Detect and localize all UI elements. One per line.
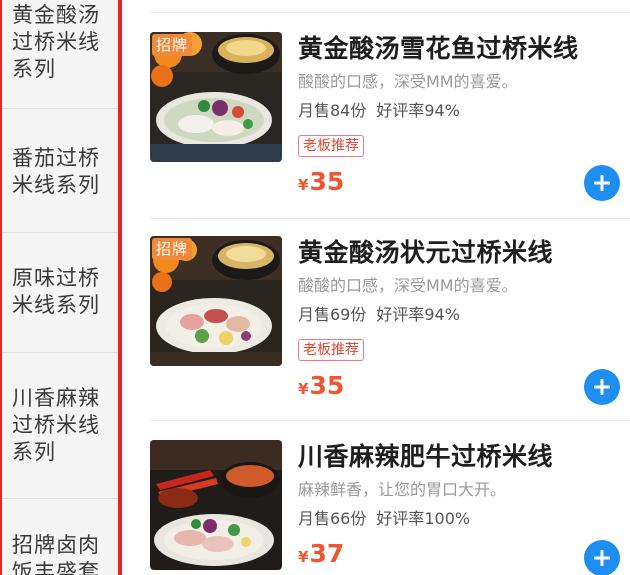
category-label-line: 系列 <box>12 440 56 464</box>
monthly-sales: 月售84份 <box>298 101 367 120</box>
category-label-line: 米线系列 <box>12 173 100 197</box>
product-photo[interactable]: 招牌 <box>150 32 282 162</box>
category-divider <box>2 232 118 233</box>
product-list: 招牌 黄金酸汤雪花鱼过桥米线 酸酸的口感，深受MM的喜爱。 月售84份 好评率94… <box>122 0 630 575</box>
item-divider <box>150 218 630 219</box>
category-label-line: 米线系列 <box>12 293 100 317</box>
currency-symbol: ¥ <box>298 548 309 566</box>
category-item-tomato[interactable]: 番茄过桥 米线系列 <box>2 145 118 199</box>
product-photo[interactable] <box>150 440 282 570</box>
add-to-cart-button[interactable] <box>584 165 620 201</box>
price-value: 35 <box>309 371 345 400</box>
category-label-line: 过桥米线 <box>12 413 100 437</box>
product-title[interactable]: 黄金酸汤雪花鱼过桥米线 <box>298 33 579 65</box>
product-photo[interactable]: 招牌 <box>150 236 282 366</box>
rating: 好评率94% <box>376 101 460 120</box>
product-stats: 月售66份 好评率100% <box>298 508 470 530</box>
category-divider <box>2 498 118 499</box>
product-price: ¥35 <box>298 167 344 196</box>
rating: 好评率94% <box>376 305 460 324</box>
category-label-line: 过桥米线 <box>12 30 100 54</box>
price-value: 35 <box>309 167 345 196</box>
owner-recommend-tag: 老板推荐 <box>298 339 364 361</box>
product-price: ¥37 <box>298 539 344 568</box>
currency-symbol: ¥ <box>298 380 309 398</box>
category-label-line: 饭丰盛套 <box>12 560 100 575</box>
list-top-divider <box>150 12 630 13</box>
spicy-beef-noodle-image <box>150 440 282 570</box>
category-sidebar: 黄金酸汤 过桥米线 系列 番茄过桥 米线系列 原味过桥 米线系列 川香麻辣 过桥… <box>0 0 122 575</box>
product-description: 麻辣鲜香，让您的胃口大开。 <box>298 480 507 499</box>
category-divider <box>2 352 118 353</box>
category-item-braised-pork-rice[interactable]: 招牌卤肉 饭丰盛套 <box>2 532 118 575</box>
plus-icon <box>594 550 610 566</box>
category-divider <box>2 108 118 109</box>
category-label-line: 番茄过桥 <box>12 146 100 170</box>
category-item-golden-sour-soup[interactable]: 黄金酸汤 过桥米线 系列 <box>2 2 118 83</box>
category-label-line: 川香麻辣 <box>12 386 100 410</box>
product-price: ¥35 <box>298 371 344 400</box>
product-title[interactable]: 黄金酸汤状元过桥米线 <box>298 237 553 269</box>
category-item-spicy-sichuan[interactable]: 川香麻辣 过桥米线 系列 <box>2 385 118 466</box>
monthly-sales: 月售66份 <box>298 509 367 528</box>
category-item-original[interactable]: 原味过桥 米线系列 <box>2 265 118 319</box>
add-to-cart-button[interactable] <box>584 369 620 405</box>
monthly-sales: 月售69份 <box>298 305 367 324</box>
signature-badge: 招牌 <box>152 238 193 260</box>
category-label-line: 系列 <box>12 57 56 81</box>
product-description: 酸酸的口感，深受MM的喜爱。 <box>298 72 518 91</box>
owner-recommend-tag: 老板推荐 <box>298 135 364 157</box>
add-to-cart-button[interactable] <box>584 540 620 575</box>
rating: 好评率100% <box>376 509 471 528</box>
plus-icon <box>594 379 610 395</box>
currency-symbol: ¥ <box>298 176 309 194</box>
product-stats: 月售69份 好评率94% <box>298 304 460 326</box>
product-title[interactable]: 川香麻辣肥牛过桥米线 <box>298 441 553 473</box>
price-value: 37 <box>309 539 345 568</box>
menu-screen: 黄金酸汤 过桥米线 系列 番茄过桥 米线系列 原味过桥 米线系列 川香麻辣 过桥… <box>0 0 630 575</box>
category-label-line: 招牌卤肉 <box>12 533 100 557</box>
plus-icon <box>594 175 610 191</box>
signature-badge: 招牌 <box>152 34 193 56</box>
category-label-line: 原味过桥 <box>12 266 100 290</box>
item-divider <box>150 420 630 421</box>
category-label-line: 黄金酸汤 <box>12 3 100 27</box>
product-stats: 月售84份 好评率94% <box>298 100 460 122</box>
product-description: 酸酸的口感，深受MM的喜爱。 <box>298 276 518 295</box>
